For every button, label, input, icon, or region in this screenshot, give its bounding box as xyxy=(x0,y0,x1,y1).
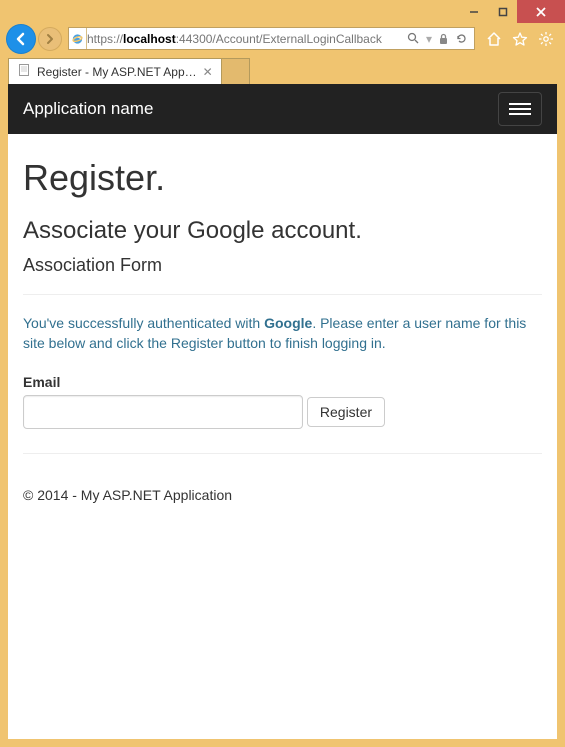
form-title: Association Form xyxy=(23,255,542,276)
register-button[interactable]: Register xyxy=(307,397,385,427)
browser-tab[interactable]: Register - My ASP.NET App… ✕ xyxy=(8,58,222,84)
email-field[interactable] xyxy=(23,395,303,429)
info-message: You've successfully authenticated with G… xyxy=(23,313,542,354)
tab-close-icon[interactable]: ✕ xyxy=(203,65,213,79)
home-icon[interactable] xyxy=(485,30,503,48)
tab-strip: Register - My ASP.NET App… ✕ xyxy=(0,54,565,84)
navbar-toggle-button[interactable] xyxy=(498,92,542,126)
address-bar[interactable]: https://localhost:44300/Account/External… xyxy=(68,27,475,50)
maximize-button[interactable] xyxy=(488,0,517,23)
page-subtitle: Associate your Google account. xyxy=(23,217,542,245)
refresh-icon[interactable] xyxy=(455,32,468,45)
browser-toolbar: https://localhost:44300/Account/External… xyxy=(0,23,565,54)
back-button[interactable] xyxy=(6,24,36,54)
url-text: https://localhost:44300/Account/External… xyxy=(87,32,401,46)
close-button[interactable] xyxy=(517,0,565,23)
address-controls: ▾ xyxy=(401,28,474,49)
app-brand[interactable]: Application name xyxy=(23,99,153,119)
toolbar-icons xyxy=(481,30,559,48)
page-container: Register. Associate your Google account.… xyxy=(8,134,557,487)
divider xyxy=(23,453,542,454)
search-icon[interactable] xyxy=(407,32,420,45)
copyright-text: © 2014 - My ASP.NET Application xyxy=(23,487,542,503)
new-tab-button[interactable] xyxy=(222,58,250,84)
divider xyxy=(23,294,542,295)
page-viewport: Application name Register. Associate you… xyxy=(8,84,557,739)
email-label: Email xyxy=(23,374,542,390)
minimize-button[interactable] xyxy=(459,0,488,23)
favorites-icon[interactable] xyxy=(511,30,529,48)
page-icon xyxy=(17,63,31,80)
tab-title: Register - My ASP.NET App… xyxy=(37,65,197,79)
forward-button[interactable] xyxy=(38,27,62,51)
app-navbar: Application name xyxy=(8,84,557,134)
page-footer: © 2014 - My ASP.NET Application xyxy=(8,487,557,503)
settings-icon[interactable] xyxy=(537,30,555,48)
window-titlebar xyxy=(0,0,565,23)
ie-icon xyxy=(69,28,87,49)
lock-icon[interactable] xyxy=(438,33,449,45)
page-title: Register. xyxy=(23,157,542,199)
